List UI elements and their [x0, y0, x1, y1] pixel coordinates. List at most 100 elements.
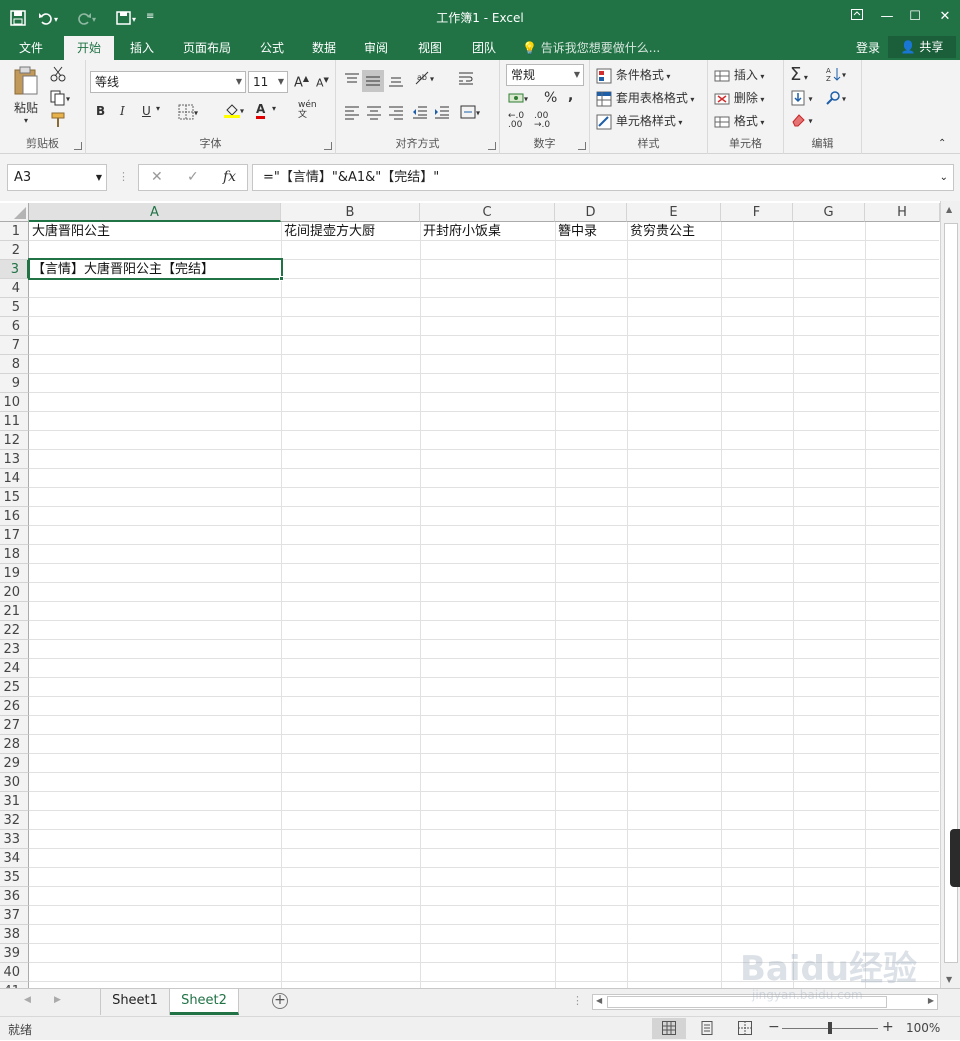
decrease-indent-icon[interactable]: [412, 104, 428, 120]
row-header[interactable]: 7: [0, 336, 29, 355]
font-size-select[interactable]: 11 ▼: [248, 71, 288, 93]
accounting-format-icon[interactable]: ▾: [508, 90, 528, 106]
borders-icon[interactable]: ▾: [178, 104, 198, 120]
insert-cells-button[interactable]: 插入 ▾: [714, 66, 764, 84]
scroll-left-icon[interactable]: ◀: [596, 996, 602, 1005]
name-box[interactable]: A3 ▼: [7, 164, 107, 191]
font-color-dropdown-icon[interactable]: ▾: [272, 104, 276, 113]
zoom-level[interactable]: 100%: [906, 1021, 940, 1035]
column-header-b[interactable]: B: [281, 203, 420, 222]
scroll-down-icon[interactable]: ▼: [946, 975, 952, 984]
tab-file[interactable]: 文件: [8, 36, 54, 60]
align-right-icon[interactable]: [388, 104, 404, 120]
tab-home[interactable]: 开始: [64, 36, 114, 60]
fill-icon[interactable]: ▾: [790, 90, 813, 106]
sheet-tab-sheet1[interactable]: Sheet1: [100, 989, 170, 1015]
increase-decimal-icon[interactable]: ←.0.00: [508, 112, 524, 130]
row-header[interactable]: 10: [0, 393, 29, 412]
column-header-h[interactable]: H: [865, 203, 940, 222]
hscroll-thumb[interactable]: [607, 996, 887, 1008]
row-header[interactable]: 27: [0, 716, 29, 735]
merge-center-icon[interactable]: ▾: [460, 104, 480, 120]
row-header[interactable]: 4: [0, 279, 29, 298]
align-left-icon[interactable]: [344, 104, 360, 120]
column-header-c[interactable]: C: [420, 203, 555, 222]
italic-button[interactable]: I: [120, 104, 125, 118]
scroll-right-icon[interactable]: ▶: [928, 996, 934, 1005]
row-header[interactable]: 29: [0, 754, 29, 773]
tab-data[interactable]: 数据: [302, 36, 346, 60]
row-header[interactable]: 39: [0, 944, 29, 963]
cell-e1[interactable]: 贫穷贵公主: [627, 222, 721, 241]
font-launcher-icon[interactable]: [324, 142, 332, 150]
align-bottom-icon[interactable]: [388, 72, 404, 88]
horizontal-scrollbar[interactable]: ◀ ▶: [592, 994, 938, 1010]
row-header[interactable]: 13: [0, 450, 29, 469]
side-panel-handle[interactable]: [950, 829, 960, 887]
maximize-icon[interactable]: ☐: [900, 4, 930, 30]
align-top-icon[interactable]: [344, 72, 360, 88]
cancel-icon[interactable]: ✕: [151, 169, 163, 185]
clear-icon[interactable]: ▾: [790, 112, 813, 128]
row-header[interactable]: 34: [0, 849, 29, 868]
row-header[interactable]: 19: [0, 564, 29, 583]
row-header[interactable]: 17: [0, 526, 29, 545]
scroll-sheets-left-icon[interactable]: ◀: [24, 995, 31, 1005]
row-header[interactable]: 15: [0, 488, 29, 507]
paste-button[interactable]: 粘贴 ▾: [10, 66, 42, 125]
collapse-ribbon-icon[interactable]: ⌃: [938, 138, 946, 149]
underline-dropdown-icon[interactable]: ▾: [156, 104, 160, 113]
cell-a1[interactable]: 大唐晋阳公主: [29, 222, 281, 241]
insert-function-button[interactable]: fx: [223, 169, 236, 185]
sort-filter-icon[interactable]: A Z ▾: [826, 66, 846, 82]
zoom-out-icon[interactable]: −: [768, 1019, 780, 1035]
bold-button[interactable]: B: [96, 104, 105, 118]
wrap-text-icon[interactable]: [458, 70, 474, 86]
number-format-select[interactable]: 常规 ▼: [506, 64, 584, 86]
column-header-a[interactable]: A: [29, 203, 281, 222]
page-layout-view-icon[interactable]: [700, 1021, 714, 1038]
phonetic-guide-button[interactable]: wén 文: [298, 100, 317, 120]
row-header[interactable]: 20: [0, 583, 29, 602]
column-header-f[interactable]: F: [721, 203, 793, 222]
increase-indent-icon[interactable]: [434, 104, 450, 120]
conditional-formatting-button[interactable]: 条件格式 ▾: [596, 66, 670, 84]
zoom-in-icon[interactable]: +: [882, 1019, 894, 1035]
enter-icon[interactable]: ✓: [187, 169, 199, 185]
row-header[interactable]: 18: [0, 545, 29, 564]
new-sheet-icon[interactable]: +: [272, 993, 288, 1009]
row-header[interactable]: 26: [0, 697, 29, 716]
alignment-launcher-icon[interactable]: [488, 142, 496, 150]
row-header[interactable]: 8: [0, 355, 29, 374]
row-header[interactable]: 32: [0, 811, 29, 830]
row-header[interactable]: 24: [0, 659, 29, 678]
clipboard-launcher-icon[interactable]: [74, 142, 82, 150]
decrease-decimal-icon[interactable]: .00 →.0: [534, 112, 550, 130]
login-link[interactable]: 登录: [848, 36, 888, 60]
row-header[interactable]: 5: [0, 298, 29, 317]
delete-cells-button[interactable]: 删除 ▾: [714, 89, 764, 107]
row-header[interactable]: 33: [0, 830, 29, 849]
row-header[interactable]: 9: [0, 374, 29, 393]
row-header[interactable]: 35: [0, 868, 29, 887]
cell-b1[interactable]: 花间提壶方大厨: [281, 222, 420, 241]
tab-page-layout[interactable]: 页面布局: [172, 36, 242, 60]
scroll-up-icon[interactable]: ▲: [946, 205, 952, 214]
row-header[interactable]: 16: [0, 507, 29, 526]
expand-formula-icon[interactable]: ⌄: [940, 165, 948, 190]
share-button[interactable]: 👤 共享: [888, 36, 956, 58]
row-header[interactable]: 6: [0, 317, 29, 336]
tab-review[interactable]: 审阅: [354, 36, 398, 60]
minimize-icon[interactable]: —: [872, 4, 902, 30]
format-painter-icon[interactable]: [50, 112, 66, 128]
scroll-sheets-right-icon[interactable]: ▶: [54, 995, 61, 1005]
row-header[interactable]: 22: [0, 621, 29, 640]
row-header[interactable]: 36: [0, 887, 29, 906]
column-header-d[interactable]: D: [555, 203, 627, 222]
select-all-button[interactable]: [0, 203, 29, 222]
cut-icon[interactable]: [50, 66, 66, 82]
font-color-button[interactable]: A: [256, 102, 266, 119]
ribbon-display-icon[interactable]: [842, 4, 872, 30]
row-header[interactable]: 21: [0, 602, 29, 621]
column-header-e[interactable]: E: [627, 203, 721, 222]
